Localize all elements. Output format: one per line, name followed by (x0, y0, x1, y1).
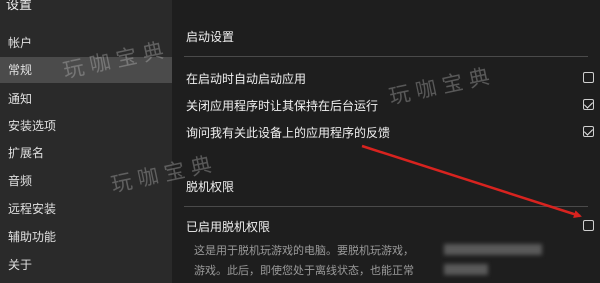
annotation-arrow-icon (361, 144, 582, 218)
